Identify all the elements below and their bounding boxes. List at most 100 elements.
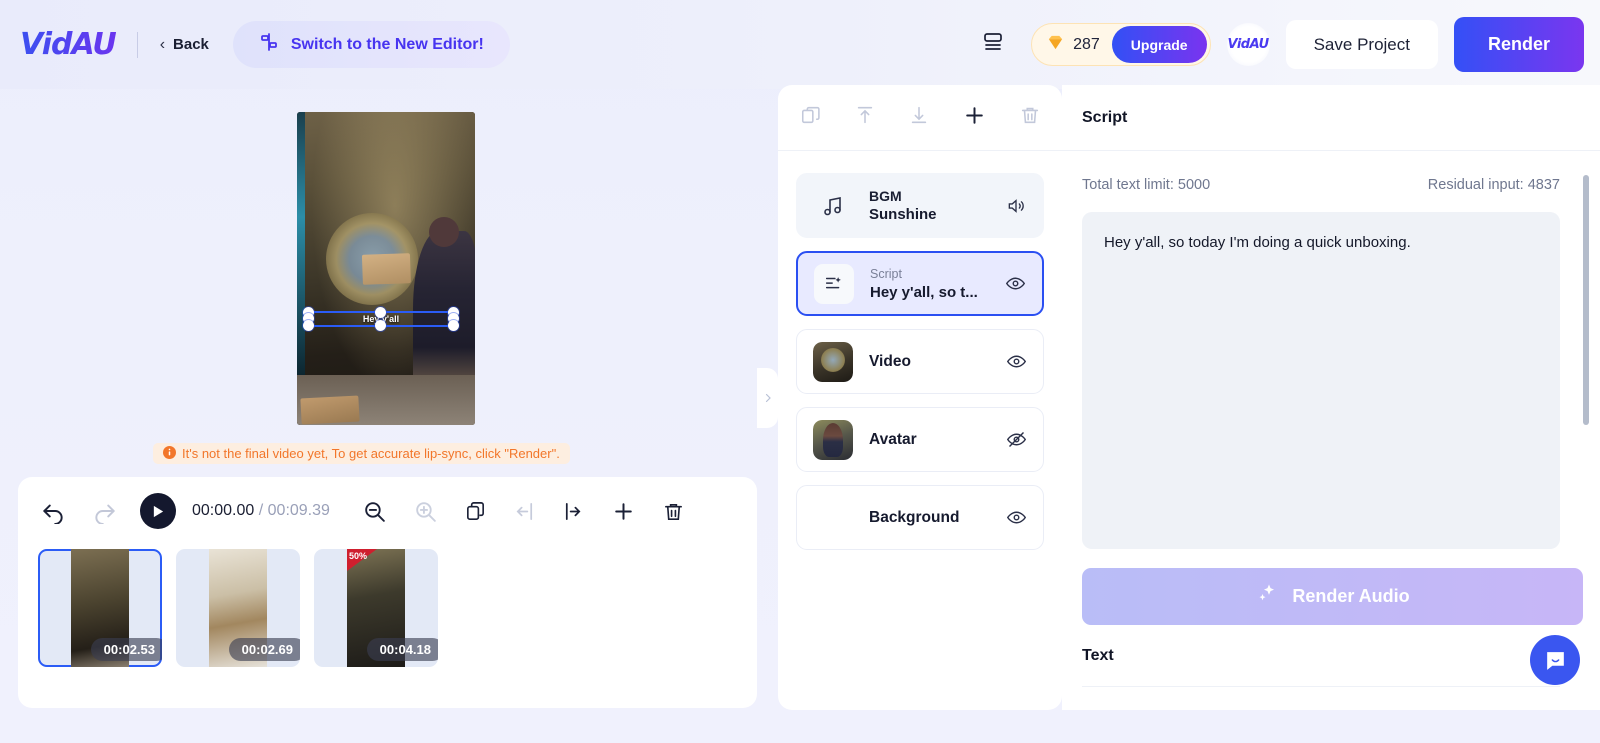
chevron-right-icon <box>765 393 771 403</box>
back-button[interactable]: ‹ Back <box>160 36 209 54</box>
layer-item-bgm[interactable]: BGM Sunshine <box>796 173 1044 238</box>
layer-item-avatar[interactable]: Avatar <box>796 407 1044 472</box>
clip-item[interactable]: 00:02.53 <box>38 549 162 667</box>
vidau-editor: VidAU ‹ Back Switch to the New Editor! 2… <box>0 0 1600 743</box>
total-time: 00:09.39 <box>267 502 330 519</box>
delete-layer-icon[interactable] <box>1019 104 1041 131</box>
script-panel-title: Script <box>1082 108 1128 126</box>
vidau-logo[interactable]: VidAU <box>20 27 117 62</box>
layers-panel: BGM Sunshine Script Hey y'all, so t... V… <box>778 85 1062 710</box>
script-input[interactable]: Hey y'all, so today I'm doing a quick un… <box>1082 212 1560 549</box>
resize-handle-bottom-center[interactable] <box>375 320 386 331</box>
duplicate-icon[interactable] <box>464 500 487 523</box>
credits-count: 287 <box>1073 35 1100 53</box>
time-separator: / <box>258 502 264 519</box>
script-panel: Script Total text limit: 5000 Residual i… <box>1062 85 1600 710</box>
text-section: Text <box>1082 647 1560 687</box>
residual-input: Residual input: 4837 <box>1427 177 1560 193</box>
layer-item-video[interactable]: Video <box>796 329 1044 394</box>
layer-title: Hey y'all, so t... <box>870 283 978 301</box>
layer-text: Script Hey y'all, so t... <box>870 266 1004 302</box>
credits-badge[interactable]: 287 Upgrade <box>1031 23 1211 66</box>
render-audio-button[interactable]: Render Audio <box>1082 568 1583 625</box>
layers-list: BGM Sunshine Script Hey y'all, so t... V… <box>778 151 1062 550</box>
duplicate-layer-icon[interactable] <box>800 104 822 131</box>
collapse-panel-button[interactable] <box>757 368 778 428</box>
layer-subtitle: BGM <box>869 187 902 204</box>
layer-item-background[interactable]: Background <box>796 485 1044 550</box>
total-text-limit: Total text limit: 5000 <box>1082 177 1211 193</box>
section-divider <box>1082 686 1560 687</box>
text-selection-box[interactable]: Hey y'all <box>303 307 459 331</box>
diamond-icon <box>1046 33 1065 57</box>
eye-icon[interactable] <box>1004 273 1026 294</box>
layout-toggle-icon[interactable] <box>981 30 1005 59</box>
resize-handle-bottom-right[interactable] <box>448 320 459 331</box>
add-layer-icon[interactable] <box>962 103 987 133</box>
render-button[interactable]: Render <box>1453 17 1584 72</box>
clip-strip: 00:02.53 00:02.69 50% 00:04.18 <box>18 549 757 667</box>
layer-title: Avatar <box>869 430 917 448</box>
layer-subtitle: Script <box>870 266 902 281</box>
sparkle-icon <box>1255 582 1279 611</box>
send-to-back-icon[interactable] <box>908 104 930 131</box>
preview-light-strip <box>297 112 305 375</box>
layer-title: Sunshine <box>869 205 937 223</box>
zoom-out-icon[interactable] <box>362 499 387 524</box>
split-right-icon[interactable] <box>562 500 585 523</box>
user-avatar[interactable]: VidAU <box>1226 23 1270 66</box>
volume-icon[interactable] <box>1005 196 1027 216</box>
resize-handle-bottom-left[interactable] <box>303 320 314 331</box>
script-panel-scrollbar[interactable] <box>1583 175 1589 425</box>
timeline-toolbar: 00:00.00 / 00:09.39 <box>18 477 757 545</box>
info-icon <box>163 445 176 462</box>
chat-bubble-icon <box>1546 651 1564 670</box>
split-left-icon <box>513 500 536 523</box>
eye-off-icon[interactable] <box>1005 429 1027 450</box>
eye-icon[interactable] <box>1005 507 1027 528</box>
warning-text: It's not the final video yet, To get acc… <box>182 446 560 461</box>
header-divider <box>136 31 138 58</box>
editor-layout-icon <box>259 32 279 57</box>
script-panel-header: Script <box>1062 85 1600 151</box>
switch-label: Switch to the New Editor! <box>290 35 484 53</box>
eye-icon[interactable] <box>1005 351 1027 372</box>
preview-floor-box <box>300 395 360 425</box>
timeline-panel: 00:00.00 / 00:09.39 00:02.53 00:02.69 50… <box>18 477 757 708</box>
preview-package <box>361 252 411 285</box>
music-note-icon <box>813 186 853 226</box>
text-section-title: Text <box>1082 647 1114 664</box>
layer-item-script[interactable]: Script Hey y'all, so t... <box>796 251 1044 316</box>
resize-handle-top-center[interactable] <box>375 307 386 318</box>
bring-to-front-icon[interactable] <box>854 104 876 131</box>
clip-item[interactable]: 00:02.69 <box>176 549 300 667</box>
clip-item[interactable]: 50% 00:04.18 <box>314 549 438 667</box>
video-preview[interactable]: Hey y'all <box>297 112 475 425</box>
layer-title: Background <box>869 508 960 526</box>
avatar-thumbnail <box>813 419 853 460</box>
upgrade-button[interactable]: Upgrade <box>1111 26 1207 63</box>
time-display: 00:00.00 / 00:09.39 <box>192 502 330 520</box>
script-sparkle-icon <box>814 263 854 304</box>
play-button[interactable] <box>140 493 176 529</box>
delete-icon[interactable] <box>662 500 685 523</box>
zoom-in-icon <box>413 499 438 524</box>
add-icon[interactable] <box>611 499 636 524</box>
redo-icon <box>92 498 118 524</box>
script-meta: Total text limit: 5000 Residual input: 4… <box>1062 151 1600 193</box>
app-header: VidAU ‹ Back Switch to the New Editor! 2… <box>0 0 1600 89</box>
save-project-button[interactable]: Save Project <box>1285 20 1438 69</box>
clip-duration: 00:04.18 <box>366 638 438 661</box>
lipsync-warning: It's not the final video yet, To get acc… <box>153 443 570 464</box>
switch-to-new-editor-button[interactable]: Switch to the New Editor! <box>232 21 510 68</box>
current-time: 00:00.00 <box>192 502 255 519</box>
clip-duration: 00:02.53 <box>90 638 162 661</box>
chevron-left-icon: ‹ <box>159 35 166 53</box>
back-label: Back <box>173 36 209 53</box>
undo-icon[interactable] <box>40 498 66 524</box>
layers-toolbar <box>778 85 1062 151</box>
clip-duration: 00:02.69 <box>228 638 300 661</box>
render-audio-label: Render Audio <box>1292 586 1410 606</box>
header-actions: 287 Upgrade VidAU Save Project Render <box>981 0 1584 89</box>
chat-support-button[interactable] <box>1530 635 1580 685</box>
